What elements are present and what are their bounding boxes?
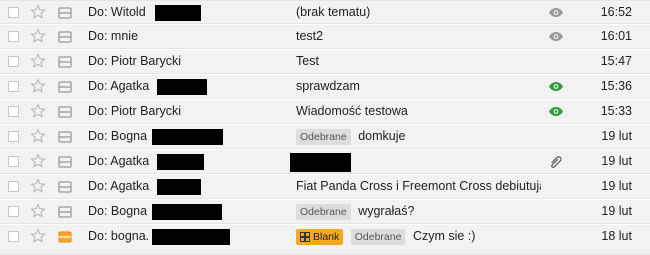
message-row[interactable]: Do: Piotr Barycki Test 15:47 <box>0 50 650 74</box>
message-row[interactable]: Do: bogna. Blank Odebrane Czym sie :) 18… <box>0 225 650 255</box>
recipient: Do: Agatka <box>88 79 150 93</box>
importance-icon[interactable] <box>58 180 72 194</box>
timestamp: 19 lut <box>601 204 632 218</box>
importance-icon[interactable] <box>58 55 72 69</box>
select-checkbox[interactable] <box>8 56 19 67</box>
message-row[interactable]: Do: Bogna Odebrane domkuje 19 lut <box>0 125 650 149</box>
select-checkbox[interactable] <box>8 131 19 142</box>
timestamp: 18 lut <box>601 229 632 243</box>
recipient: Do: Agatka <box>88 154 150 168</box>
message-row[interactable]: Do: Agatka 19 lut <box>0 150 650 174</box>
message-row[interactable]: Do: Agatka Fiat Panda Cross i Freemont C… <box>0 175 650 199</box>
timestamp: 19 lut <box>601 129 632 143</box>
star-icon[interactable] <box>30 53 46 69</box>
timestamp: 15:33 <box>600 104 632 118</box>
select-checkbox[interactable] <box>8 181 19 192</box>
timestamp: 19 lut <box>601 154 632 168</box>
timestamp: 19 lut <box>601 179 632 193</box>
importance-icon[interactable] <box>58 130 72 144</box>
star-icon[interactable] <box>30 128 46 144</box>
select-checkbox[interactable] <box>8 156 19 167</box>
eye-icon <box>549 8 563 17</box>
label-blank[interactable]: Blank <box>296 228 344 245</box>
subject: (brak tematu) <box>296 5 371 20</box>
recipient: Do: Bogna <box>88 204 148 218</box>
select-checkbox[interactable] <box>8 231 19 242</box>
recipient: Do: Witold <box>88 5 146 19</box>
select-checkbox[interactable] <box>8 7 19 18</box>
select-checkbox[interactable] <box>8 206 19 217</box>
redacted-block <box>157 79 207 95</box>
message-row[interactable]: Do: mnie test2 16:01 <box>0 25 650 49</box>
paperclip-icon <box>551 156 562 168</box>
redacted-block <box>152 204 222 220</box>
timestamp: 16:52 <box>600 5 632 19</box>
subject: test2 <box>296 29 324 44</box>
subject: Test <box>296 54 319 69</box>
redacted-block <box>152 229 230 245</box>
message-row[interactable]: Do: Agatka sprawdzam 15:36 <box>0 75 650 99</box>
timestamp: 15:36 <box>600 79 632 93</box>
subject: Fiat Panda Cross i Freemont Cross debiut… <box>296 179 541 194</box>
importance-icon[interactable] <box>58 230 72 244</box>
message-row[interactable]: Do: Bogna Odebrane wygrałaś? 19 lut <box>0 200 650 224</box>
subject: Blank Odebrane Czym sie :) <box>296 225 541 248</box>
subject: Odebrane wygrałaś? <box>296 200 541 223</box>
star-icon[interactable] <box>30 178 46 194</box>
redacted-block <box>157 154 204 170</box>
recipient: Do: Agatka <box>88 179 150 193</box>
importance-icon[interactable] <box>58 155 72 169</box>
label-odebrane[interactable]: Odebrane <box>350 228 406 245</box>
select-checkbox[interactable] <box>8 106 19 117</box>
select-checkbox[interactable] <box>8 31 19 42</box>
message-row[interactable]: Do: Piotr Barycki Wiadomość testowa 15:3… <box>0 100 650 124</box>
importance-icon[interactable] <box>58 205 72 219</box>
select-checkbox[interactable] <box>8 81 19 92</box>
redacted-block <box>152 129 223 145</box>
grid-icon <box>300 231 310 242</box>
timestamp: 16:01 <box>600 29 632 43</box>
importance-icon[interactable] <box>58 80 72 94</box>
star-icon[interactable] <box>30 78 46 94</box>
recipient: Do: Piotr Barycki <box>88 104 182 118</box>
label-odebrane[interactable]: Odebrane <box>296 203 351 220</box>
importance-icon[interactable] <box>58 30 72 44</box>
star-icon[interactable] <box>30 28 46 44</box>
eye-icon <box>549 32 563 41</box>
eye-icon <box>549 107 563 116</box>
star-icon[interactable] <box>30 203 46 219</box>
recipient: Do: bogna. <box>88 229 150 243</box>
eye-icon <box>549 82 563 91</box>
importance-icon[interactable] <box>58 105 72 119</box>
redacted-block <box>290 153 351 172</box>
star-icon[interactable] <box>30 4 46 20</box>
subject: Wiadomość testowa <box>296 104 408 119</box>
star-icon[interactable] <box>30 153 46 169</box>
subject: sprawdzam <box>296 79 360 94</box>
recipient: Do: Bogna <box>88 129 148 143</box>
importance-icon[interactable] <box>58 6 72 20</box>
star-icon[interactable] <box>30 228 46 244</box>
timestamp: 15:47 <box>600 54 632 68</box>
star-icon[interactable] <box>30 103 46 119</box>
message-list: Do: Witold (brak tematu) 16:52 Do: mnie … <box>0 0 650 255</box>
recipient: Do: Piotr Barycki <box>88 54 182 68</box>
redacted-block <box>157 179 201 195</box>
subject: Odebrane domkuje <box>296 125 541 148</box>
message-row[interactable]: Do: Witold (brak tematu) 16:52 <box>0 0 650 24</box>
label-odebrane[interactable]: Odebrane <box>296 128 351 145</box>
recipient: Do: mnie <box>88 29 139 43</box>
redacted-block <box>155 5 201 21</box>
